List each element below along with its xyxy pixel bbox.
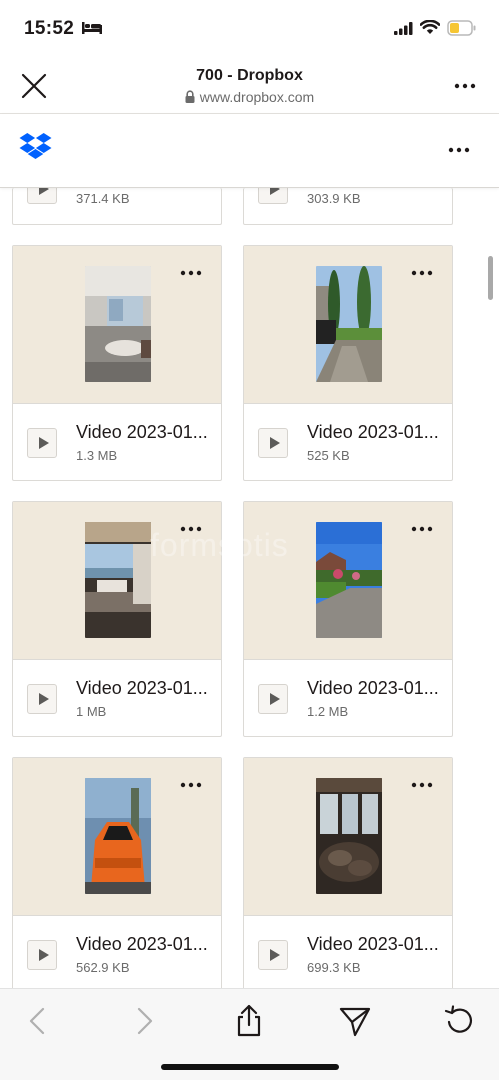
status-time: 15:52 bbox=[24, 18, 75, 39]
video-thumbnail bbox=[316, 266, 382, 382]
file-size: 371.4 KB bbox=[76, 191, 130, 206]
chevron-right-icon[interactable] bbox=[126, 1003, 162, 1039]
file-card[interactable]: 371.4 KB bbox=[12, 188, 222, 225]
wifi-icon bbox=[420, 20, 440, 34]
more-options-icon[interactable] bbox=[410, 268, 434, 278]
play-icon[interactable] bbox=[27, 428, 57, 458]
dropbox-logo[interactable] bbox=[19, 132, 52, 162]
battery-icon bbox=[447, 20, 476, 36]
file-name: Video 2023-01... bbox=[307, 934, 439, 954]
file-grid: 371.4 KB 303.9 KB Video 2023-01... 1.3 M… bbox=[0, 188, 499, 988]
bed-icon bbox=[82, 22, 102, 34]
more-options-icon[interactable] bbox=[453, 76, 477, 96]
thumbnail-area bbox=[244, 246, 452, 404]
video-thumbnail bbox=[85, 778, 151, 894]
play-icon[interactable] bbox=[27, 684, 57, 714]
play-icon[interactable] bbox=[258, 684, 288, 714]
home-indicator[interactable] bbox=[161, 1064, 339, 1070]
video-thumbnail bbox=[85, 522, 151, 638]
file-size: 1 MB bbox=[76, 704, 107, 719]
browser-header: 700 - Dropbox www.dropbox.com bbox=[0, 56, 499, 114]
file-name: Video 2023-01... bbox=[307, 678, 439, 698]
file-name: Video 2023-01... bbox=[76, 934, 208, 954]
thumbnail-area bbox=[244, 758, 452, 916]
file-size: 525 KB bbox=[307, 448, 350, 463]
play-icon[interactable] bbox=[258, 940, 288, 970]
play-icon[interactable] bbox=[27, 188, 57, 204]
file-size: 1.3 MB bbox=[76, 448, 118, 463]
thumbnail-area bbox=[13, 758, 221, 916]
file-size: 1.2 MB bbox=[307, 704, 349, 719]
file-card[interactable]: 303.9 KB bbox=[243, 188, 453, 225]
file-name: Video 2023-01... bbox=[307, 422, 439, 442]
file-card[interactable]: Video 2023-01... 1.3 MB bbox=[12, 245, 222, 481]
status-bar: 15:52 bbox=[0, 0, 499, 56]
file-card[interactable]: Video 2023-01... 525 KB bbox=[243, 245, 453, 481]
lock-icon bbox=[185, 90, 195, 103]
file-size: 562.9 KB bbox=[76, 960, 130, 975]
page-url: www.dropbox.com bbox=[199, 89, 315, 105]
play-icon[interactable] bbox=[258, 188, 288, 204]
more-options-icon[interactable] bbox=[410, 780, 434, 790]
signal-icon bbox=[394, 22, 413, 35]
reload-icon[interactable] bbox=[442, 1003, 478, 1039]
dropbox-app-bar bbox=[0, 114, 499, 188]
play-icon[interactable] bbox=[27, 940, 57, 970]
watermark: formsotis bbox=[150, 527, 289, 563]
page-title: 700 - Dropbox bbox=[196, 67, 303, 84]
more-options-icon[interactable] bbox=[179, 780, 203, 790]
share-icon[interactable] bbox=[231, 1003, 267, 1039]
file-size: 699.3 KB bbox=[307, 960, 361, 975]
app-more-icon[interactable] bbox=[447, 140, 471, 160]
file-name: Video 2023-01... bbox=[76, 678, 208, 698]
file-name: Video 2023-01... bbox=[76, 422, 208, 442]
file-card[interactable]: Video 2023-01... 562.9 KB bbox=[12, 757, 222, 988]
file-size: 303.9 KB bbox=[307, 191, 361, 206]
thumbnail-area bbox=[13, 246, 221, 404]
video-thumbnail bbox=[316, 522, 382, 638]
play-icon[interactable] bbox=[258, 428, 288, 458]
chevron-left-icon[interactable] bbox=[20, 1003, 56, 1039]
thumbnail-area bbox=[244, 502, 452, 660]
file-card[interactable]: Video 2023-01... 699.3 KB bbox=[243, 757, 453, 988]
page-url-row: www.dropbox.com bbox=[0, 89, 499, 105]
send-icon[interactable] bbox=[337, 1003, 373, 1039]
video-thumbnail bbox=[85, 266, 151, 382]
thumbnail-area bbox=[13, 502, 221, 660]
video-thumbnail bbox=[316, 778, 382, 894]
more-options-icon[interactable] bbox=[179, 268, 203, 278]
scrollbar[interactable] bbox=[488, 256, 493, 300]
more-options-icon[interactable] bbox=[410, 524, 434, 534]
